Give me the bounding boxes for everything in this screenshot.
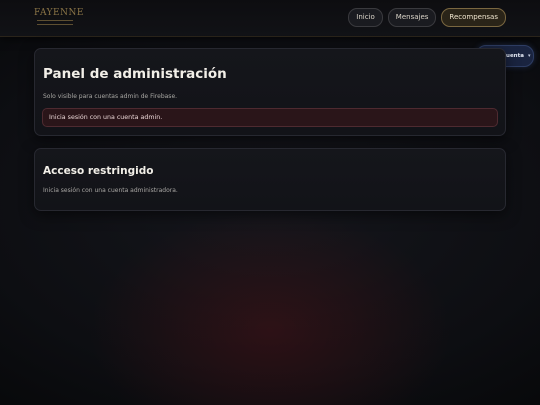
top-navigation-bar: FAYENNE Inicio Mensajes Recompensas xyxy=(0,0,540,37)
main-nav: Inicio Mensajes Recompensas xyxy=(348,8,506,27)
admin-panel-subtitle: Solo visible para cuentas admin de Fireb… xyxy=(43,93,178,100)
page-title: Panel de administración xyxy=(43,66,227,82)
chevron-down-icon: ▾ xyxy=(527,53,531,59)
restricted-access-text: Inicia sesión con una cuenta administrad… xyxy=(43,187,178,194)
admin-panel-card: Panel de administración Solo visible par… xyxy=(34,48,506,136)
brand-logo-ornament xyxy=(37,20,73,25)
nav-mensajes-button[interactable]: Mensajes xyxy=(387,8,437,27)
nav-recompensas-button[interactable]: Recompensas xyxy=(441,8,506,27)
restricted-access-title: Acceso restringido xyxy=(43,165,154,177)
restricted-access-card: Acceso restringido Inicia sesión con una… xyxy=(34,148,506,211)
nav-inicio-button[interactable]: Inicio xyxy=(348,8,383,27)
brand-logo-text: FAYENNE xyxy=(34,8,84,18)
login-required-alert: Inicia sesión con una cuenta admin. xyxy=(42,108,498,127)
brand-logo[interactable]: FAYENNE xyxy=(34,8,84,30)
